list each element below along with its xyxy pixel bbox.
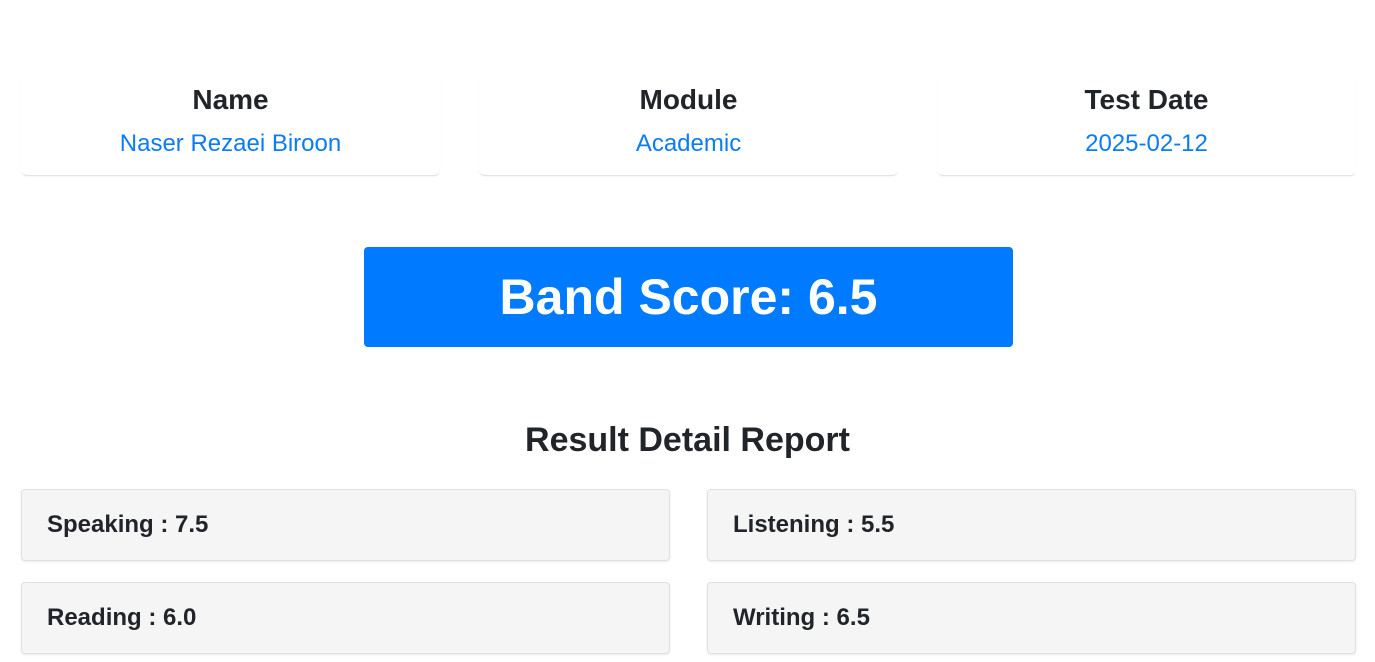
test-date-value: 2025-02-12 [1085, 130, 1208, 157]
listening-score-card: Listening : 5.5 [707, 489, 1356, 561]
score-grid: Speaking : 7.5 Listening : 5.5 Reading :… [21, 489, 1356, 654]
score-value: 6.0 [163, 604, 197, 631]
name-label: Name [192, 84, 269, 115]
score-value: 6.5 [836, 604, 870, 631]
result-report-title: Result Detail Report [525, 421, 850, 459]
score-label: Listening [733, 511, 840, 538]
module-label: Module [639, 84, 738, 115]
score-label: Speaking [47, 511, 154, 538]
score-separator: : [141, 604, 164, 631]
name-card: Name Naser Rezaei Biroon [21, 78, 440, 176]
score-separator: : [839, 511, 861, 538]
candidate-info: Name Naser Rezaei Biroon Module Academic… [21, 78, 1356, 176]
test-date-card: Test Date 2025-02-12 [937, 78, 1356, 176]
band-score-banner: Band Score: 6.5 [364, 247, 1013, 347]
score-separator: : [815, 604, 837, 631]
score-value: 5.5 [861, 511, 895, 538]
test-date-label: Test Date [1084, 84, 1209, 115]
score-label: Reading [47, 604, 142, 631]
score-value: 7.5 [175, 511, 209, 538]
score-separator: : [153, 511, 176, 538]
module-value: Academic [635, 130, 742, 157]
speaking-score-card: Speaking : 7.5 [21, 489, 670, 561]
writing-score-card: Writing : 6.5 [707, 582, 1356, 654]
name-value: Naser Rezaei Biroon [119, 130, 342, 157]
reading-score-card: Reading : 6.0 [21, 582, 670, 654]
module-card: Module Academic [479, 78, 898, 176]
score-label: Writing [733, 604, 816, 631]
